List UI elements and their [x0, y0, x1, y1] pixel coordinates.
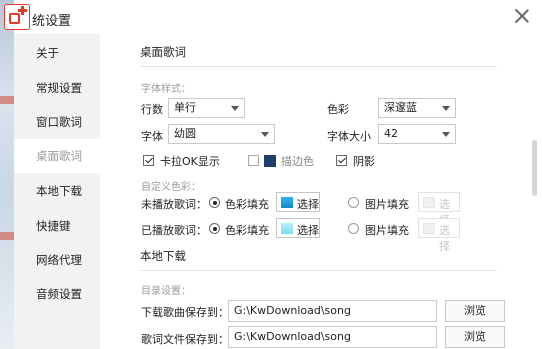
played-select-button[interactable]: 选择: [276, 218, 320, 238]
sidebar-item-hotkeys[interactable]: 快捷键: [14, 209, 100, 243]
lines-select-value: 单行: [174, 101, 196, 114]
section-title-desktop-lyrics: 桌面歌词: [140, 45, 186, 59]
stroke-label: 描边色: [281, 155, 314, 168]
color-select[interactable]: 深邃蓝: [378, 98, 456, 118]
dir-settings-label: 目录设置：: [141, 286, 191, 297]
lyric-path-input[interactable]: G:\KwDownload\song: [228, 326, 437, 348]
select-button-label: 选择: [297, 198, 319, 211]
played-image-fill-radio[interactable]: [348, 223, 359, 234]
section-title-local-download: 本地下载: [140, 249, 186, 263]
unplayed-image-fill-radio[interactable]: [348, 197, 359, 208]
lines-select[interactable]: 单行: [168, 98, 245, 118]
sidebar-item-local-download[interactable]: 本地下载: [14, 174, 100, 208]
played-color-fill-radio[interactable]: [209, 223, 220, 234]
background-stripe: [0, 232, 14, 240]
unplayed-label: 未播放歌词：: [141, 198, 207, 211]
select-button-label: 选择: [297, 224, 319, 237]
song-path-browse-button[interactable]: 浏览: [445, 300, 505, 322]
app-logo-icon: [4, 4, 30, 30]
stroke-color-swatch[interactable]: [264, 155, 276, 167]
custom-color-label: 自定义色彩：: [141, 182, 201, 193]
color-chip-icon: [281, 223, 293, 234]
font-style-label: 字体样式：: [141, 84, 191, 95]
font-size-label: 字体大小: [327, 130, 371, 143]
image-chip-icon: [423, 223, 435, 234]
played-color-fill-label: 色彩填充: [225, 224, 269, 237]
scrollbar[interactable]: [532, 140, 537, 196]
background-strip: [0, 0, 14, 349]
unplayed-image-select-button[interactable]: 选择: [418, 192, 460, 227]
sidebar-item-about[interactable]: 关于: [14, 36, 100, 70]
window-title: 统设置: [32, 14, 72, 29]
lyric-path-browse-button[interactable]: 浏览: [445, 326, 505, 348]
shadow-checkbox[interactable]: [336, 155, 347, 166]
font-label: 字体: [141, 130, 163, 143]
divider: [140, 270, 497, 271]
dropdown-arrow-icon: [231, 106, 239, 111]
played-image-select-button[interactable]: 选择: [418, 218, 460, 253]
sidebar-item-audio[interactable]: 音频设置: [14, 277, 100, 311]
image-chip-icon: [423, 197, 435, 208]
stroke-checkbox[interactable]: [248, 155, 259, 166]
divider: [140, 66, 497, 67]
unplayed-color-fill-label: 色彩填充: [225, 198, 269, 211]
shadow-label: 阴影: [353, 155, 375, 168]
song-path-input[interactable]: G:\KwDownload\song: [228, 300, 437, 322]
font-size-select[interactable]: 42: [378, 124, 456, 144]
lyric-path-label: 歌词文件保存到：: [141, 333, 229, 346]
unplayed-image-fill-label: 图片填充: [365, 198, 409, 211]
sidebar-item-proxy[interactable]: 网络代理: [14, 243, 100, 277]
sidebar-item-desktop-lyrics[interactable]: 桌面歌词: [14, 139, 100, 173]
background-stripe: [0, 96, 14, 104]
unplayed-select-button[interactable]: 选择: [276, 192, 320, 212]
select-button-label: 选择: [439, 224, 450, 253]
sidebar-item-general[interactable]: 常规设置: [14, 71, 100, 105]
played-image-fill-label: 图片填充: [365, 224, 409, 237]
unplayed-color-fill-radio[interactable]: [209, 197, 220, 208]
color-chip-icon: [281, 197, 293, 208]
karaoke-checkbox[interactable]: [143, 155, 154, 166]
played-label: 已播放歌词：: [141, 224, 207, 237]
dropdown-arrow-icon: [442, 106, 450, 111]
font-select-value: 幼圆: [174, 127, 196, 140]
sidebar-item-window-lyrics[interactable]: 窗口歌词: [14, 105, 100, 139]
dropdown-arrow-icon: [261, 132, 269, 137]
karaoke-label: 卡拉OK显示: [160, 155, 220, 168]
lines-label: 行数: [141, 103, 163, 116]
close-icon[interactable]: [514, 8, 530, 24]
font-select[interactable]: 幼圆: [168, 124, 275, 144]
color-label: 色彩: [327, 103, 349, 116]
song-path-label: 下载歌曲保存到：: [141, 306, 229, 319]
color-select-value: 深邃蓝: [384, 101, 417, 114]
sidebar: 关于 常规设置 窗口歌词 桌面歌词 本地下载 快捷键 网络代理 音频设置: [14, 34, 100, 349]
font-size-select-value: 42: [384, 127, 398, 140]
dropdown-arrow-icon: [442, 132, 450, 137]
